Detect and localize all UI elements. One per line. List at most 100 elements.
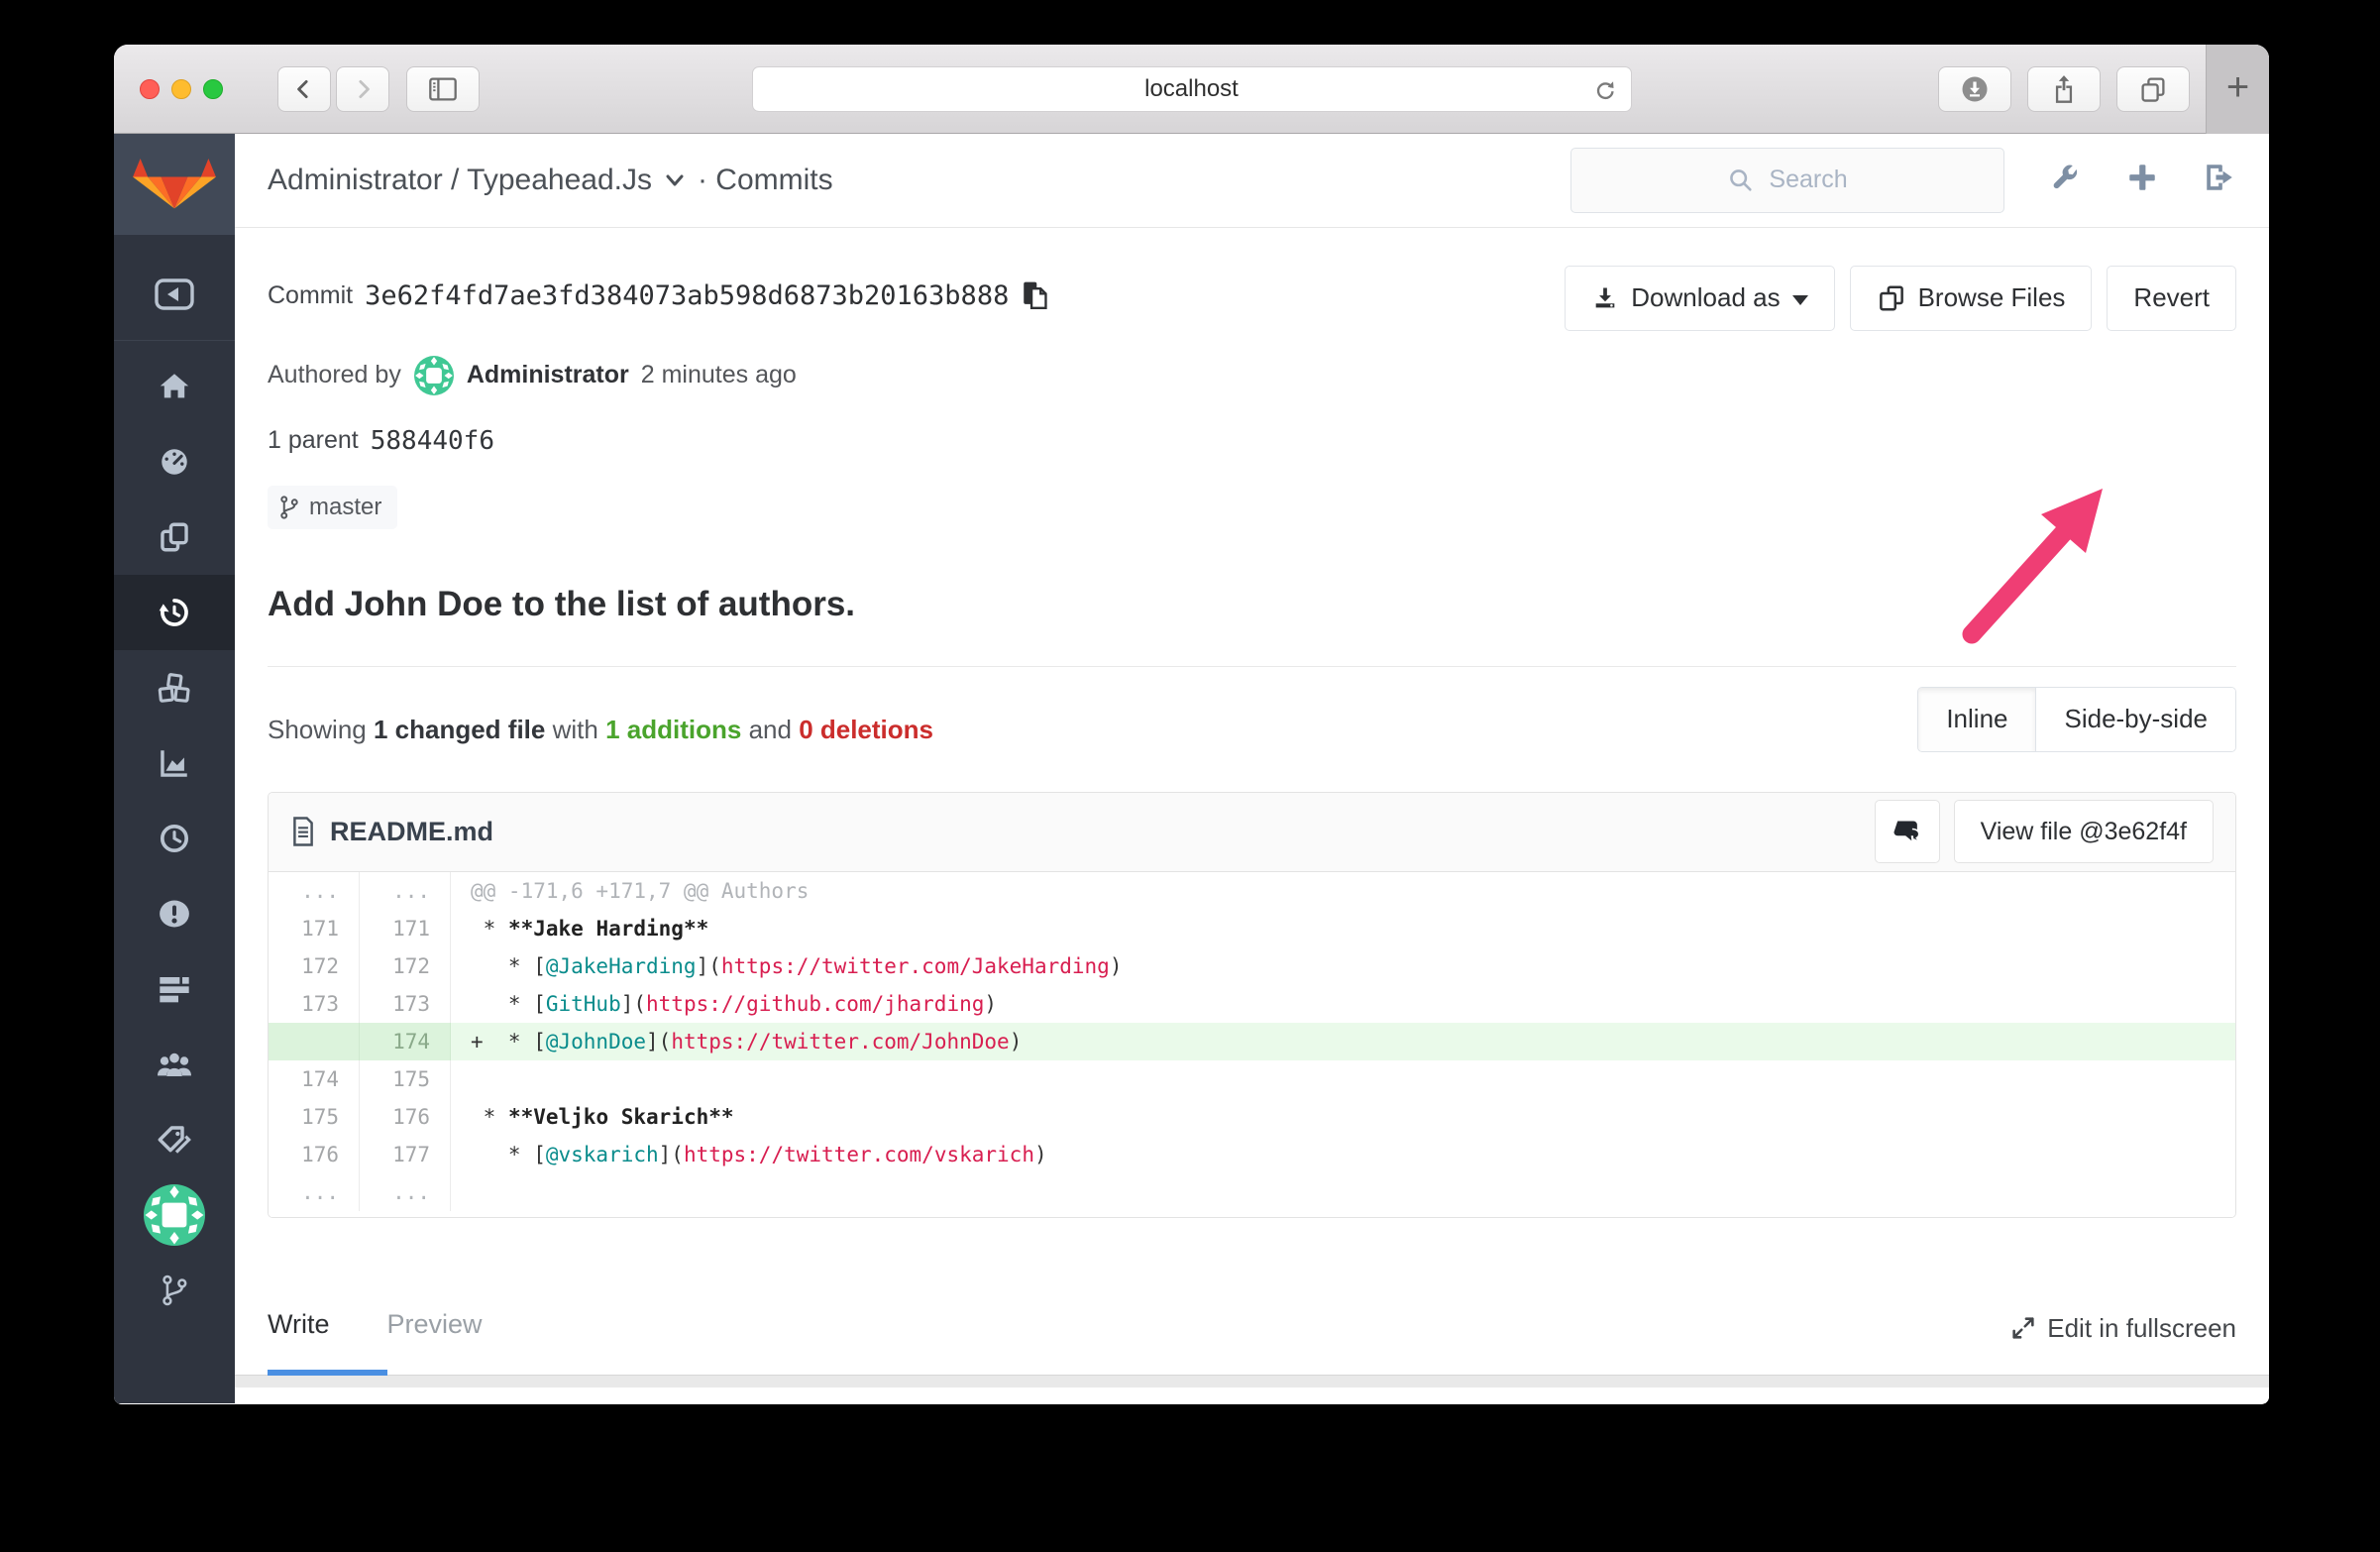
old-line-number[interactable]: 171: [269, 909, 360, 947]
diff-code-line: [451, 1060, 2235, 1098]
commit-sha: 3e62f4fd7ae3fd384073ab598d6873b20163b888: [365, 280, 1010, 312]
new-line-number[interactable]: 177: [360, 1135, 451, 1173]
sidebar-item-time[interactable]: [114, 801, 235, 876]
old-line-number[interactable]: 175: [269, 1097, 360, 1136]
browse-files-button[interactable]: Browse Files: [1849, 265, 2093, 331]
view-file-button[interactable]: View file @3e62f4f: [1953, 800, 2214, 864]
search-input[interactable]: Search: [1570, 147, 2004, 213]
address-bar[interactable]: localhost: [751, 66, 1632, 112]
old-line-number[interactable]: 172: [269, 946, 360, 985]
diff-code-line: * [GitHub](https://github.com/jharding): [471, 991, 998, 1016]
copy-pages-icon: [161, 522, 188, 552]
download-as-button[interactable]: Download as: [1565, 265, 1835, 331]
comment-button[interactable]: [1874, 800, 1940, 864]
reload-icon: [1596, 81, 1614, 100]
sidebar-item-branches[interactable]: [114, 1253, 235, 1328]
new-line-number[interactable]: 175: [360, 1059, 451, 1098]
close-icon[interactable]: [140, 79, 160, 99]
admin-wrench-button[interactable]: [2048, 161, 2082, 199]
additions-count: 1 additions: [605, 715, 742, 745]
sidebar-item-packages[interactable]: [114, 650, 235, 725]
project-title[interactable]: Administrator / Typeahead.Js: [268, 164, 652, 197]
old-line-number[interactable]: ...: [269, 1172, 360, 1211]
new-line-number[interactable]: 176: [360, 1097, 451, 1136]
sidebar-toggle-button[interactable]: [406, 66, 480, 112]
old-line-number[interactable]: 176: [269, 1135, 360, 1173]
sidebar-item-labels[interactable]: [114, 1102, 235, 1177]
zoom-icon[interactable]: [203, 79, 223, 99]
editor-tabs: Write Preview: [268, 1309, 512, 1376]
divider: [268, 665, 2236, 667]
old-line-number[interactable]: 174: [269, 1059, 360, 1098]
reload-button[interactable]: [1591, 76, 1619, 109]
tab-overview-button[interactable]: [2116, 66, 2190, 112]
minimize-icon[interactable]: [171, 79, 191, 99]
diff-code-line: + * [@JohnDoe](https://twitter.com/JohnD…: [471, 1029, 1023, 1053]
authored-line: Authored by Administrator 2 minutes ago: [268, 355, 2236, 396]
sidebar-item-analytics[interactable]: [114, 725, 235, 801]
sidebar-item-issues[interactable]: [114, 876, 235, 951]
author-avatar[interactable]: [413, 355, 455, 396]
diff-code-line: * [@vskarich](https://twitter.com/vskari…: [471, 1142, 1047, 1166]
branch-name: master: [309, 493, 382, 520]
old-line-number[interactable]: 173: [269, 984, 360, 1023]
share-button[interactable]: [2027, 66, 2101, 112]
sidebar-item-collapse[interactable]: [114, 257, 235, 332]
diff-row: 172 172 * [@JakeHarding](https://twitter…: [269, 946, 2235, 985]
sidebar-item-merge-requests[interactable]: [114, 951, 235, 1027]
editor-area-top: [235, 1386, 2269, 1403]
plus-icon: [2129, 165, 2155, 191]
comment-icon: [1893, 821, 1920, 843]
file-title[interactable]: README.md: [290, 816, 493, 847]
tab-overview-icon: [2141, 77, 2165, 102]
browser-window: localhost + Administrator / Typeahead.Js…: [114, 45, 2269, 1404]
sidebar-item-members[interactable]: [114, 1027, 235, 1102]
diff-table: ... ... @@ -171,6 +171,7 @@ Authors 171 …: [269, 871, 2235, 1217]
commit-title: Add John Doe to the list of authors.: [268, 584, 856, 623]
old-line-number[interactable]: ...: [269, 871, 360, 910]
sidebar-item-history[interactable]: [114, 575, 235, 650]
diff-code-line: * [@JakeHarding](https://twitter.com/Jak…: [471, 953, 1123, 978]
diff-code-line: @@ -171,6 +171,7 @@ Authors: [471, 878, 810, 903]
sidebar-item-projects[interactable]: [114, 499, 235, 575]
revert-button[interactable]: Revert: [2107, 265, 2236, 331]
chevron-down-icon[interactable]: [664, 172, 686, 188]
new-line-number[interactable]: 172: [360, 946, 451, 985]
downloads-icon: [1962, 76, 1988, 102]
new-project-button[interactable]: [2125, 161, 2159, 199]
branch-badge[interactable]: master: [268, 485, 398, 529]
branch-icon: [280, 496, 298, 519]
edit-fullscreen-link[interactable]: Edit in fullscreen: [2009, 1313, 2236, 1344]
new-line-number[interactable]: 174: [360, 1022, 451, 1060]
sidebar-divider: [114, 340, 235, 341]
forward-button[interactable]: [336, 66, 389, 112]
inline-toggle[interactable]: Inline: [1918, 687, 2037, 751]
new-line-number[interactable]: ...: [360, 871, 451, 910]
new-line-number[interactable]: 173: [360, 984, 451, 1023]
new-tab-button[interactable]: +: [2206, 45, 2269, 134]
tab-preview[interactable]: Preview: [387, 1309, 512, 1376]
sidebar-item-profile[interactable]: [114, 1177, 235, 1253]
gitlab-logo[interactable]: [114, 134, 235, 235]
diff-row: ... ... @@ -171,6 +171,7 @@ Authors: [269, 871, 2235, 910]
new-line-number[interactable]: 171: [360, 909, 451, 947]
parent-label: 1 parent: [268, 426, 359, 455]
downloads-button[interactable]: [1938, 66, 2011, 112]
copy-sha-icon[interactable]: [1021, 279, 1050, 313]
back-button[interactable]: [277, 66, 331, 112]
forward-icon: [359, 80, 370, 98]
avatar: [144, 1184, 205, 1246]
sidebar-item-home[interactable]: [114, 349, 235, 424]
expand-icon: [2012, 1317, 2034, 1340]
side-by-side-toggle[interactable]: Side-by-side: [2036, 687, 2235, 751]
old-line-number[interactable]: [269, 1022, 360, 1060]
parent-sha-link[interactable]: 588440f6: [371, 426, 494, 456]
new-tab-icon: +: [2225, 64, 2250, 109]
sidebar-item-dashboard[interactable]: [114, 424, 235, 499]
tab-write[interactable]: Write: [268, 1309, 387, 1376]
sign-out-button[interactable]: [2203, 161, 2236, 199]
collapse-icon: [155, 278, 194, 310]
diff-card: README.md View file @3e62f4f ... ... @@ …: [268, 791, 2236, 1218]
new-line-number[interactable]: ...: [360, 1172, 451, 1211]
author-name[interactable]: Administrator: [467, 361, 629, 389]
